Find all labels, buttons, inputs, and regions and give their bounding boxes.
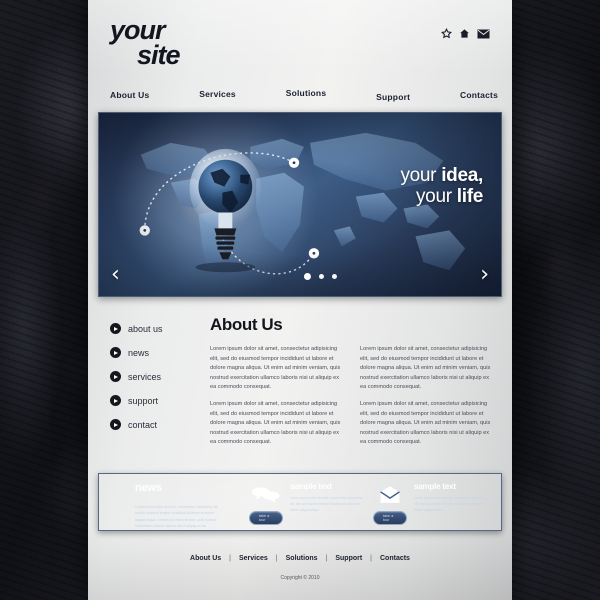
slider-dot-1[interactable] xyxy=(303,273,311,280)
footer-link-about-us[interactable]: About Us xyxy=(190,555,221,562)
promo-block-speech: take a tour sample text Lorem ipsum dolo… xyxy=(249,482,363,526)
footer-separator: | xyxy=(275,555,278,563)
sidebar-item-about-us[interactable]: about us xyxy=(110,323,196,334)
promo-text: sample text Lorem ipsum dolor sit amet, … xyxy=(414,482,487,513)
slider-pagination xyxy=(303,273,337,280)
nav-item-services[interactable]: Services xyxy=(199,89,236,99)
about-paragraph: Lorem ipsum dolor sit amet, consectetur … xyxy=(360,401,491,446)
mail-icon[interactable] xyxy=(477,29,490,39)
hero-slider: your idea, your life ‹ › xyxy=(98,112,502,297)
about-columns: Lorem ipsum dolor sit amet, consectetur … xyxy=(210,345,496,455)
promo-icon-wrap: take a tour xyxy=(249,482,283,526)
hero-line1-thin: your xyxy=(400,165,442,186)
promo-heading: sample text xyxy=(414,482,456,492)
news-intro-text: Lorem ipsum dolor sit amet, consectetur … xyxy=(135,505,219,528)
sidebar-item-contact[interactable]: contact xyxy=(110,419,196,430)
about-section: about us news services support contact A… xyxy=(88,297,512,455)
footer-separator: | xyxy=(325,555,328,563)
hero-line1-bold: idea, xyxy=(441,165,483,186)
home-icon[interactable] xyxy=(459,28,470,39)
footer-separator: | xyxy=(370,555,372,563)
about-column-right: Lorem ipsum dolor sit amet, consectetur … xyxy=(360,345,496,455)
footer-link-support[interactable]: Support xyxy=(335,555,362,562)
hero-headline-line-2: your life xyxy=(400,186,483,207)
envelope-icon xyxy=(380,486,400,503)
footer-separator: | xyxy=(229,555,231,563)
speech-bubbles-icon xyxy=(251,487,280,503)
site-logo[interactable]: your site xyxy=(110,17,490,70)
news-block: news Lorem ipsum dolor sit amet, consect… xyxy=(113,482,239,528)
hero-line2-thin: your xyxy=(415,186,457,208)
secondary-sidebar: about us news services support contact xyxy=(110,315,196,455)
sidebar-item-news[interactable]: news xyxy=(110,347,196,358)
slider-next-arrow[interactable]: › xyxy=(480,264,489,286)
slider-dot-3[interactable] xyxy=(331,274,337,279)
about-paragraph: Lorem ipsum dolor sit amet, consectetur … xyxy=(210,346,341,391)
site-header: your site About Us Services Solutions Su… xyxy=(88,0,512,112)
hero-headline: your idea, your life xyxy=(400,165,483,208)
sidebar-item-label: news xyxy=(128,347,150,358)
logo-line-2: site xyxy=(137,39,181,70)
news-title: news xyxy=(135,482,162,495)
play-bullet-icon xyxy=(110,347,121,358)
take-a-tour-button[interactable]: take a tour xyxy=(373,511,407,526)
page-title: About Us xyxy=(210,315,283,334)
take-a-tour-button[interactable]: take a tour xyxy=(249,511,283,526)
promo-icon-wrap: take a tour xyxy=(373,482,407,526)
nav-item-support[interactable]: Support xyxy=(376,92,410,102)
promo-block-mail: take a tour sample text Lorem ipsum dolo… xyxy=(373,482,487,526)
hero-line2-bold: life xyxy=(456,186,484,208)
utility-icon-row xyxy=(441,28,490,39)
about-paragraph: Lorem ipsum dolor sit amet, consectetur … xyxy=(210,401,341,446)
about-paragraph: Lorem ipsum dolor sit amet, consectetur … xyxy=(360,346,491,391)
news-band: news Lorem ipsum dolor sit amet, consect… xyxy=(98,473,502,532)
nav-item-contacts[interactable]: Contacts xyxy=(460,90,498,100)
play-bullet-icon xyxy=(110,395,121,406)
sidebar-item-label: support xyxy=(128,395,159,406)
play-bullet-icon xyxy=(110,323,121,334)
slider-prev-arrow[interactable]: ‹ xyxy=(111,264,120,286)
sidebar-item-label: contact xyxy=(128,419,158,430)
promo-heading: sample text xyxy=(290,482,332,492)
footer-link-services[interactable]: Services xyxy=(239,555,268,562)
nav-item-solutions[interactable]: Solutions xyxy=(286,88,327,98)
promo-body: Lorem ipsum dolor sit amet, consectetur … xyxy=(414,496,487,513)
promo-text: sample text Lorem ipsum dolor sit amet, … xyxy=(290,482,363,513)
about-column-left: Lorem ipsum dolor sit amet, consectetur … xyxy=(210,345,346,455)
hero-headline-line-1: your idea, xyxy=(400,165,483,186)
nav-item-about-us[interactable]: About Us xyxy=(110,90,149,100)
sidebar-item-support[interactable]: support xyxy=(110,395,196,406)
copyright-text: Copyright © 2010 xyxy=(280,575,320,582)
play-bullet-icon xyxy=(110,419,121,430)
slider-dot-2[interactable] xyxy=(318,274,324,279)
sidebar-item-services[interactable]: services xyxy=(110,371,196,382)
website-page: your site About Us Services Solutions Su… xyxy=(88,0,512,600)
star-icon[interactable] xyxy=(441,28,452,39)
footer-link-solutions[interactable]: Solutions xyxy=(286,555,318,562)
sidebar-item-label: about us xyxy=(128,323,163,334)
promo-body: Lorem ipsum dolor sit amet, consectetur … xyxy=(290,496,363,513)
play-bullet-icon xyxy=(110,371,121,382)
sidebar-item-label: services xyxy=(128,371,162,382)
footer-link-contacts[interactable]: Contacts xyxy=(380,555,410,562)
primary-navigation: About Us Services Solutions Support Cont… xyxy=(110,88,498,102)
footer-navigation: About Us | Services | Solutions | Suppor… xyxy=(88,555,512,562)
about-content: About Us Lorem ipsum dolor sit amet, con… xyxy=(210,315,496,455)
